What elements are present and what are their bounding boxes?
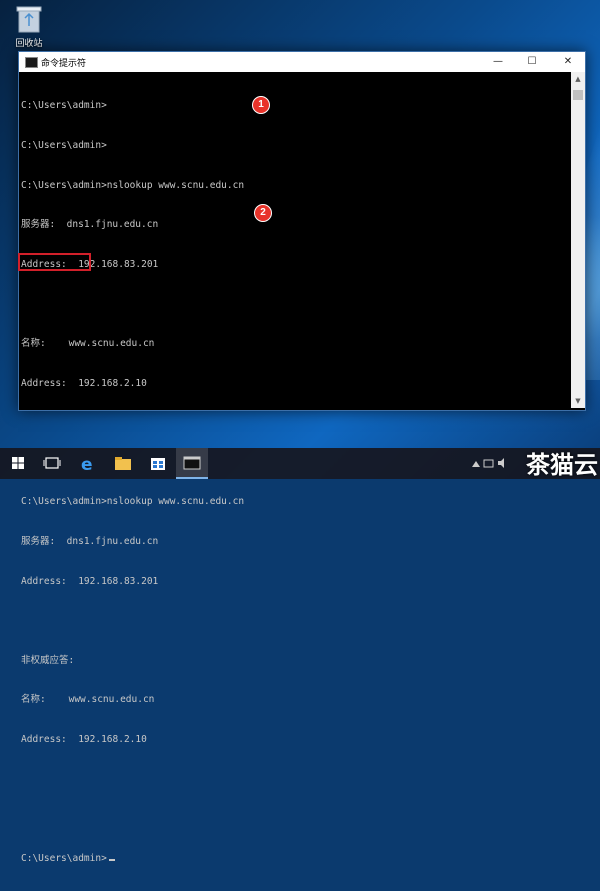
system-tray[interactable] bbox=[470, 457, 514, 472]
console-line: 非权威应答: bbox=[21, 654, 75, 666]
close-button[interactable]: ✕ bbox=[551, 52, 585, 72]
console-line: 名称: www.scnu.edu.cn bbox=[21, 694, 155, 706]
taskbar: e bbox=[0, 448, 600, 479]
store-icon bbox=[151, 458, 165, 470]
console-line: 服务器: dns1.fjnu.edu.cn bbox=[21, 535, 159, 547]
console-line: Address: 192.168.83.201 bbox=[21, 258, 159, 270]
console-output[interactable]: C:\Users\admin> C:\Users\admin> C:\Users… bbox=[21, 73, 567, 863]
command-prompt-taskbar-button[interactable] bbox=[176, 448, 208, 479]
scrollbar-thumb[interactable] bbox=[573, 90, 583, 100]
console-line: 服务器: dns1.fjnu.edu.cn bbox=[21, 219, 159, 231]
maximize-button[interactable]: ☐ bbox=[515, 52, 549, 72]
task-view-button[interactable] bbox=[36, 448, 68, 479]
recycle-bin-label: 回收站 bbox=[15, 39, 43, 49]
vertical-scrollbar[interactable]: ▲ ▼ bbox=[571, 72, 585, 408]
window-title: 命令提示符 bbox=[41, 59, 87, 69]
annotation-badge-1: 1 bbox=[252, 96, 270, 114]
desktop: 回收站 命令提示符 — ☐ ✕ C:\Users\admin> C:\Users… bbox=[0, 0, 600, 864]
text-cursor bbox=[108, 858, 115, 861]
non-authoritative-highlight-box bbox=[18, 253, 91, 271]
svg-text:e: e bbox=[81, 455, 93, 475]
recycle-bin-icon bbox=[15, 4, 43, 34]
window-titlebar[interactable]: 命令提示符 — ☐ ✕ bbox=[19, 52, 585, 72]
minimize-button[interactable]: — bbox=[481, 52, 515, 72]
console-line: C:\Users\admin>nslookup www.scnu.edu.cn bbox=[21, 179, 245, 191]
console-prompt: C:\Users\admin> bbox=[21, 852, 107, 864]
console-line: C:\Users\admin> bbox=[21, 100, 107, 112]
windows-logo-icon bbox=[12, 457, 24, 469]
cmd-icon bbox=[183, 456, 201, 470]
console-prompt-line: C:\Users\admin> bbox=[21, 852, 567, 865]
task-view-icon bbox=[43, 457, 61, 469]
console-line: 名称: www.scnu.edu.cn bbox=[21, 337, 155, 349]
cmd-icon bbox=[25, 57, 38, 68]
console-line: Address: 192.168.83.201 bbox=[21, 575, 159, 587]
recycle-bin[interactable]: 回收站 bbox=[6, 4, 52, 49]
folder-icon bbox=[115, 457, 131, 470]
command-prompt-window[interactable]: 命令提示符 — ☐ ✕ C:\Users\admin> C:\Users\adm… bbox=[18, 51, 586, 864]
scroll-up-arrow-icon[interactable]: ▲ bbox=[571, 72, 585, 86]
edge-icon: e bbox=[81, 455, 93, 475]
store-button[interactable] bbox=[142, 448, 174, 479]
watermark: 茶猫云 bbox=[526, 450, 598, 479]
annotation-badge-2: 2 bbox=[254, 204, 272, 222]
console-line: Address: 192.168.2.10 bbox=[21, 377, 147, 389]
console-line: C:\Users\admin> bbox=[21, 140, 107, 151]
scroll-down-arrow-icon[interactable]: ▼ bbox=[571, 394, 585, 408]
start-button[interactable] bbox=[2, 448, 34, 479]
file-explorer-button[interactable] bbox=[107, 448, 139, 479]
tray-icons bbox=[472, 458, 504, 468]
edge-browser-button[interactable]: e bbox=[72, 448, 104, 479]
console-line: Address: 192.168.2.10 bbox=[21, 733, 147, 745]
console-line: C:\Users\admin>nslookup www.scnu.edu.cn bbox=[21, 496, 245, 508]
